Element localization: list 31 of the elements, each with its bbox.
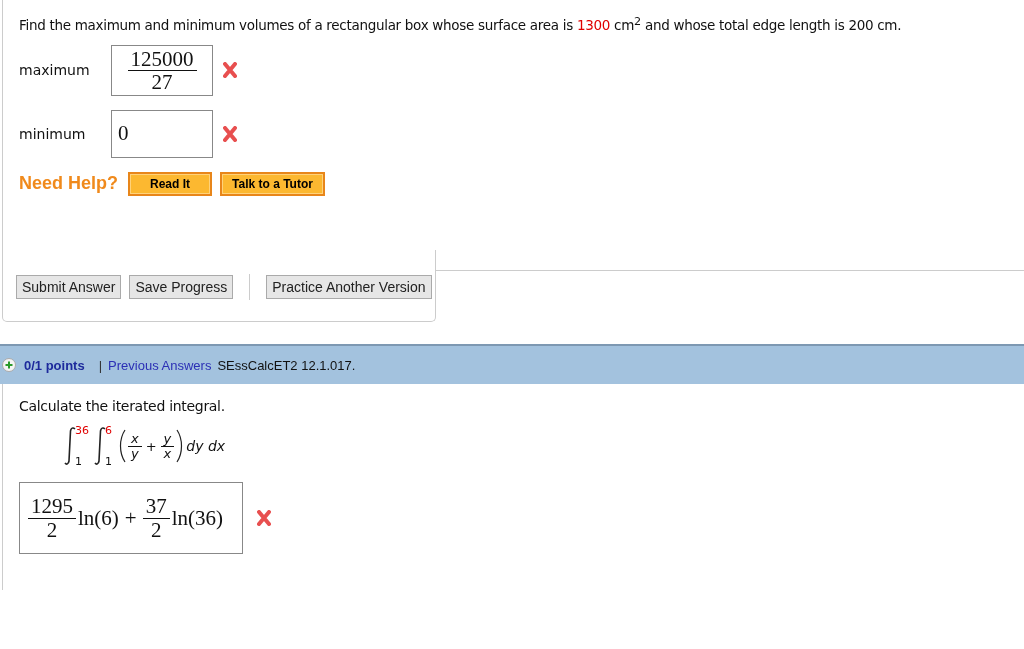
question-code: SEssCalcET2 12.1.017. [217,357,356,373]
need-help-heading: Need Help? [19,173,119,195]
upper-limit: 36 [75,424,89,437]
answer-field[interactable]: 0 [111,109,213,158]
question-text: Find the maximum and minimum volumes of a rectangular box whose surface area is [19,16,573,33]
points-text: 0/1 points [24,357,85,373]
highlighted-number: 1300 [576,16,611,33]
integral-sign-icon [63,426,77,466]
upper-limit: 6 [105,424,112,437]
plus-circle-icon[interactable] [2,358,16,372]
separator-text: | [98,357,103,373]
fraction: y x [160,431,175,461]
action-button[interactable]: Practice Another Version [266,274,432,299]
integral-sign-icon [93,426,107,466]
answer-label: maximum [19,62,91,79]
lower-limit: 1 [105,455,112,468]
action-button[interactable]: Submit Answer [16,274,122,299]
left-parenthesis-icon [118,429,126,463]
action-button[interactable]: Save Progress [129,274,234,299]
question-text: Calculate the iterated integral. [19,398,226,414]
differentials: dy dx [186,438,226,454]
answer-field[interactable]: 125000 27 [111,44,213,96]
right-parenthesis-icon [176,429,185,463]
help-button[interactable]: Talk to a Tutor [220,171,325,196]
fraction: x y [128,431,142,461]
help-button[interactable]: Read It [128,171,213,196]
question-text: cm$^{2}$ and whose total edge length is 200 cm. [614,16,902,33]
plus-sign: + [145,438,157,454]
answer-label: minimum [19,125,87,142]
previous-answers-link[interactable]: Previous Answers [108,357,212,373]
lower-limit: 1 [75,455,83,468]
